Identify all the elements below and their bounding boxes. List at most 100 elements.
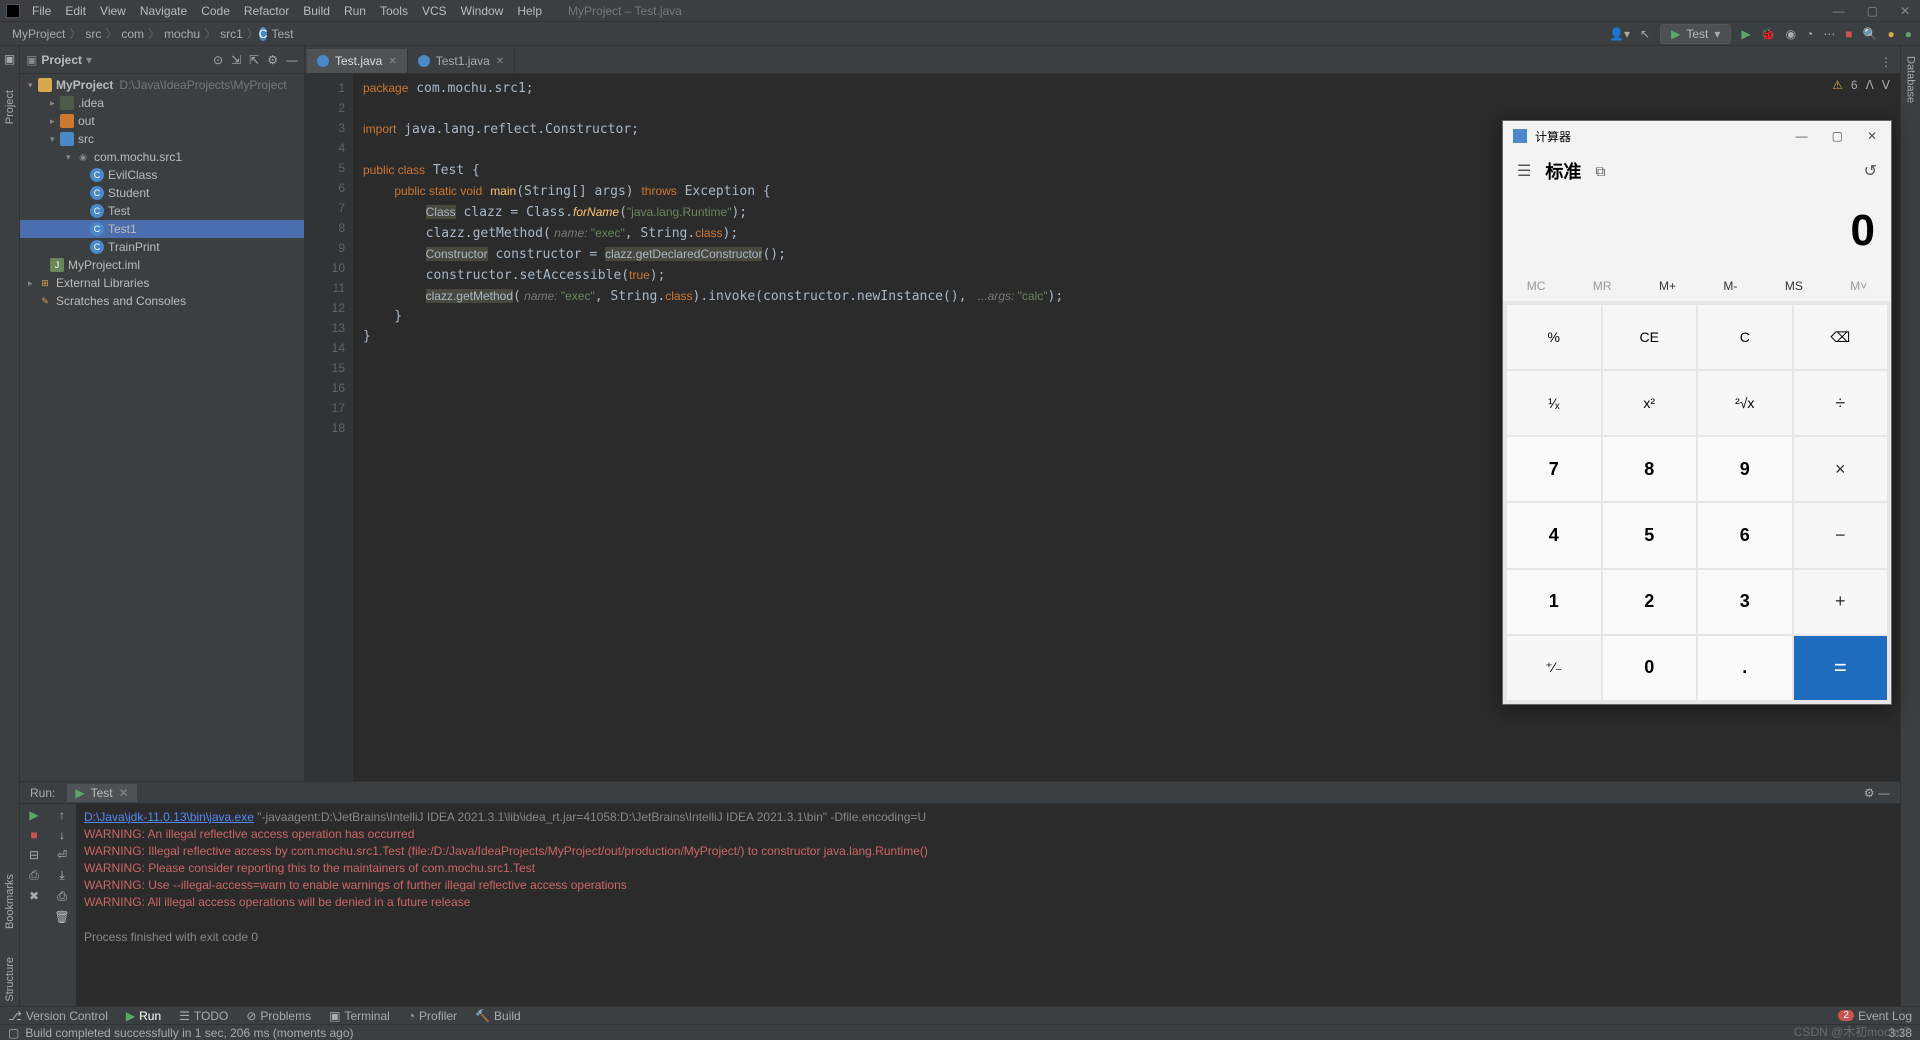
calc-pin-icon[interactable]: ⧉ [1595, 163, 1605, 180]
calc-multiply[interactable]: × [1794, 437, 1888, 501]
crumb-src1[interactable]: src1 [216, 27, 247, 41]
terminal-tab[interactable]: ▣Terminal [329, 1009, 390, 1023]
calc-titlebar[interactable]: 计算器 — ▢ ✕ [1503, 121, 1891, 151]
calc-9[interactable]: 9 [1698, 437, 1792, 501]
rerun-icon[interactable]: ▶ [29, 808, 38, 822]
search-icon[interactable]: 🔍 [1863, 27, 1878, 41]
calc-1[interactable]: 1 [1507, 570, 1601, 634]
tab-test[interactable]: Test.java✕ [307, 49, 408, 73]
menu-help[interactable]: Help [511, 2, 548, 20]
tree-trainprint[interactable]: CTrainPrint [20, 238, 304, 256]
tree-ext-lib[interactable]: ▸⊞External Libraries [20, 274, 304, 292]
calc-reciprocal[interactable]: ¹⁄ₓ [1507, 371, 1601, 435]
menu-code[interactable]: Code [195, 2, 236, 20]
sync-icon[interactable]: ● [1905, 27, 1912, 41]
tree-student[interactable]: CStudent [20, 184, 304, 202]
calc-menu-icon[interactable]: ☰ [1517, 161, 1531, 181]
calc-ce[interactable]: CE [1603, 305, 1697, 369]
calc-mc[interactable]: MC [1527, 279, 1546, 293]
menu-file[interactable]: File [26, 2, 57, 20]
trash-icon[interactable]: 🗑 [54, 910, 69, 924]
event-log-tab[interactable]: 2Event Log [1838, 1009, 1912, 1023]
calc-6[interactable]: 6 [1698, 503, 1792, 567]
tree-test[interactable]: CTest [20, 202, 304, 220]
crumb-src[interactable]: src [81, 27, 105, 41]
project-tool-tab[interactable]: Project [4, 86, 16, 128]
run-tab[interactable]: ▶Test✕ [67, 784, 136, 802]
status-icon[interactable]: ▢ [8, 1026, 19, 1040]
tab-test1[interactable]: Test1.java✕ [408, 49, 515, 73]
collapse-all-icon[interactable]: ⇱ [249, 53, 259, 67]
menu-run[interactable]: Run [338, 2, 372, 20]
vc-tab[interactable]: ⎇Version Control [8, 1009, 108, 1023]
tree-scratches[interactable]: ✎Scratches and Consoles [20, 292, 304, 310]
database-tool-tab[interactable]: Database [1905, 52, 1917, 107]
calc-minimize-icon[interactable]: — [1792, 125, 1812, 147]
calc-equals[interactable]: = [1794, 636, 1888, 700]
calc-8[interactable]: 8 [1603, 437, 1697, 501]
up-icon[interactable]: ↑ [59, 808, 65, 822]
calc-negate[interactable]: ⁺⁄₋ [1507, 636, 1601, 700]
calc-history-icon[interactable]: ↺ [1864, 161, 1877, 181]
calc-0[interactable]: 0 [1603, 636, 1697, 700]
calc-minus[interactable]: − [1794, 503, 1888, 567]
down-icon[interactable]: ↓ [59, 828, 65, 842]
attach-button[interactable]: ⋯ [1823, 27, 1835, 41]
settings-icon[interactable]: ⚙ [267, 53, 278, 67]
menu-refactor[interactable]: Refactor [238, 2, 295, 20]
tree-evilclass[interactable]: CEvilClass [20, 166, 304, 184]
user-icon[interactable]: 👤▾ [1609, 27, 1630, 41]
calc-mv[interactable]: M˅ [1850, 279, 1867, 293]
calc-mplus[interactable]: M+ [1659, 279, 1676, 293]
menu-edit[interactable]: Edit [59, 2, 92, 20]
pin-icon[interactable]: ⎙ [29, 868, 39, 883]
print-icon[interactable]: ⎙ [57, 889, 67, 904]
menu-tools[interactable]: Tools [374, 2, 414, 20]
tree-root[interactable]: ▾ MyProject D:\Java\IdeaProjects\MyProje… [20, 76, 304, 94]
menu-view[interactable]: View [94, 2, 132, 20]
run-button[interactable]: ▶ [1741, 27, 1750, 41]
calc-decimal[interactable]: . [1698, 636, 1792, 700]
layout-icon[interactable]: ⊟ [29, 848, 39, 862]
crumb-mochu[interactable]: mochu [160, 27, 204, 41]
run-config-selector[interactable]: ▶ Test ▾ [1660, 24, 1731, 44]
tree-iml[interactable]: JMyProject.iml [20, 256, 304, 274]
build-tab[interactable]: 🔨Build [475, 1009, 521, 1023]
calculator-window[interactable]: 计算器 — ▢ ✕ ☰ 标准 ⧉ ↺ 0 MC MR M+ M- MS M˅ %… [1502, 120, 1892, 705]
menu-window[interactable]: Window [455, 2, 510, 20]
minimize-icon[interactable]: — [1829, 4, 1849, 18]
calc-plus[interactable]: + [1794, 570, 1888, 634]
calc-sqrt[interactable]: ²√x [1698, 371, 1792, 435]
calc-ms[interactable]: MS [1785, 279, 1803, 293]
marketplace-icon[interactable]: ● [1888, 27, 1895, 41]
menu-build[interactable]: Build [297, 2, 336, 20]
profile-button[interactable]: ◔ [1806, 27, 1813, 41]
calc-4[interactable]: 4 [1507, 503, 1601, 567]
scroll-icon[interactable]: ⤓ [59, 868, 64, 883]
run-tab-bottom[interactable]: ▶Run [126, 1009, 161, 1023]
tab-close-icon[interactable]: ✕ [388, 56, 396, 67]
calc-backspace[interactable]: ⌫ [1794, 305, 1888, 369]
tree-idea[interactable]: ▸.idea [20, 94, 304, 112]
run-output[interactable]: D:\Java\jdk-11.0.13\bin\java.exe "-javaa… [76, 804, 1900, 1006]
bookmarks-tool-tab[interactable]: Bookmarks [4, 870, 16, 933]
calc-mminus[interactable]: M- [1723, 279, 1737, 293]
calc-3[interactable]: 3 [1698, 570, 1792, 634]
expand-all-icon[interactable]: ⇲ [231, 53, 241, 67]
maximize-icon[interactable]: ▢ [1863, 4, 1882, 18]
profiler-tab[interactable]: ◔Profiler [408, 1009, 457, 1023]
select-open-file-icon[interactable]: ⊙ [213, 53, 223, 67]
calc-percent[interactable]: % [1507, 305, 1601, 369]
tree-pkg[interactable]: ▾◉com.mochu.src1 [20, 148, 304, 166]
tab-close-icon[interactable]: ✕ [496, 56, 504, 67]
structure-tool-tab[interactable]: Structure [4, 953, 16, 1006]
soft-wrap-icon[interactable]: ⏎ [57, 848, 67, 862]
crumb-test[interactable]: Test [267, 27, 297, 41]
calc-5[interactable]: 5 [1603, 503, 1697, 567]
calc-2[interactable]: 2 [1603, 570, 1697, 634]
back-icon[interactable]: ↖ [1640, 27, 1650, 41]
tab-options-icon[interactable]: ⋮ [1872, 51, 1900, 73]
crumb-com[interactable]: com [117, 27, 148, 41]
menu-vcs[interactable]: VCS [416, 2, 453, 20]
menu-navigate[interactable]: Navigate [134, 2, 193, 20]
